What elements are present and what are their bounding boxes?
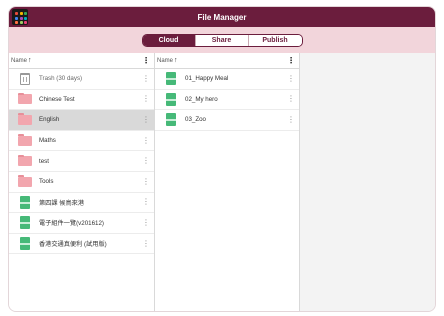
more-options-icon[interactable]: ⋮ [142,198,150,206]
list-item-label: 02_My hero [185,95,218,103]
column-label: Name [11,57,28,64]
app-grid-icon[interactable] [12,9,28,25]
book-icon [166,72,176,86]
column-label: Name [157,57,174,64]
folder-icon [18,134,32,146]
list-item-label: Maths [39,137,56,145]
folder-list: Trash (30 days) ⋮ Chinese Test ⋮ English… [9,69,154,255]
list-item-label: test [39,157,49,165]
list-item-book[interactable]: 電子組件一覽(v201612) ⋮ [9,213,154,234]
list-item-label: 第四課 候鳥來港 [39,199,85,207]
list-item-test[interactable]: test ⋮ [9,151,154,172]
trash-icon [20,72,30,85]
folder-pane: Name ↑ ⋮ Trash (30 days) ⋮ Chinese Test … [9,53,155,311]
more-options-icon[interactable]: ⋮ [287,95,295,103]
list-item-label: English [39,116,60,124]
more-options-icon[interactable]: ⋮ [142,177,150,186]
more-options-icon[interactable]: ⋮ [142,157,150,165]
browser-panes: Name ↑ ⋮ Trash (30 days) ⋮ Chinese Test … [9,53,435,311]
folder-icon [18,154,32,167]
more-options-icon[interactable]: ⋮ [142,115,150,124]
file-manager-window: File Manager Cloud Share Publish Name ↑ … [8,6,436,312]
column-menu-icon[interactable]: ⋮ [287,56,295,65]
window-title: File Manager [197,12,247,22]
tab-publish[interactable]: Publish [248,34,302,46]
book-icon [166,92,176,106]
list-item-happy-meal[interactable]: 01_Happy Meal ⋮ [155,69,299,90]
sort-arrow-icon: ↑ [174,57,178,64]
name-column-header[interactable]: Name ↑ ⋮ [9,53,154,69]
folder-icon [18,113,32,125]
more-options-icon[interactable]: ⋮ [142,74,150,83]
list-item-tools[interactable]: Tools ⋮ [9,172,154,193]
book-icon [166,113,176,127]
more-options-icon[interactable]: ⋮ [142,136,150,145]
folder-icon [18,92,32,105]
book-icon [20,216,30,230]
sort-arrow-icon: ↑ [28,57,32,64]
book-icon [20,237,30,251]
book-icon [20,195,30,209]
list-item-label: Chinese Test [39,95,75,103]
list-item-label: 香港交通真便利 (試用版) [39,241,107,249]
file-list: 01_Happy Meal ⋮ 02_My hero ⋮ 03_Zoo ⋮ [155,69,299,131]
list-item-book[interactable]: 香港交通真便利 (試用版) ⋮ [9,234,154,255]
list-item-book[interactable]: 第四課 候鳥來港 ⋮ [9,193,154,214]
tab-bar: Cloud Share Publish [9,27,435,53]
list-item-maths[interactable]: Maths ⋮ [9,131,154,152]
list-item-label: Tools [39,178,54,186]
contents-pane: Name ↑ ⋮ 01_Happy Meal ⋮ 02_My hero ⋮ 03… [155,53,300,311]
list-item-trash[interactable]: Trash (30 days) ⋮ [9,69,154,90]
name-column-header[interactable]: Name ↑ ⋮ [155,53,299,69]
tab-share[interactable]: Share [195,34,249,46]
more-options-icon[interactable]: ⋮ [142,239,150,248]
storage-tabs: Cloud Share Publish [141,33,303,47]
more-options-icon[interactable]: ⋮ [142,218,150,227]
list-item-label: 03_Zoo [185,116,206,124]
list-item-label: Trash (30 days) [39,75,83,83]
column-menu-icon[interactable]: ⋮ [142,56,150,65]
title-bar: File Manager [9,7,435,27]
more-options-icon[interactable]: ⋮ [287,74,295,83]
list-item-label: 01_Happy Meal [185,75,229,83]
more-options-icon[interactable]: ⋮ [287,115,295,124]
list-item-label: 電子組件一覽(v201612) [39,220,104,228]
more-options-icon[interactable]: ⋮ [142,95,150,103]
list-item-my-hero[interactable]: 02_My hero ⋮ [155,90,299,111]
list-item-english[interactable]: English ⋮ [9,110,154,131]
list-item-zoo[interactable]: 03_Zoo ⋮ [155,110,299,131]
folder-icon [18,175,32,187]
list-item-chinese-test[interactable]: Chinese Test ⋮ [9,90,154,111]
tab-cloud[interactable]: Cloud [142,34,196,46]
empty-detail-pane [300,53,435,311]
